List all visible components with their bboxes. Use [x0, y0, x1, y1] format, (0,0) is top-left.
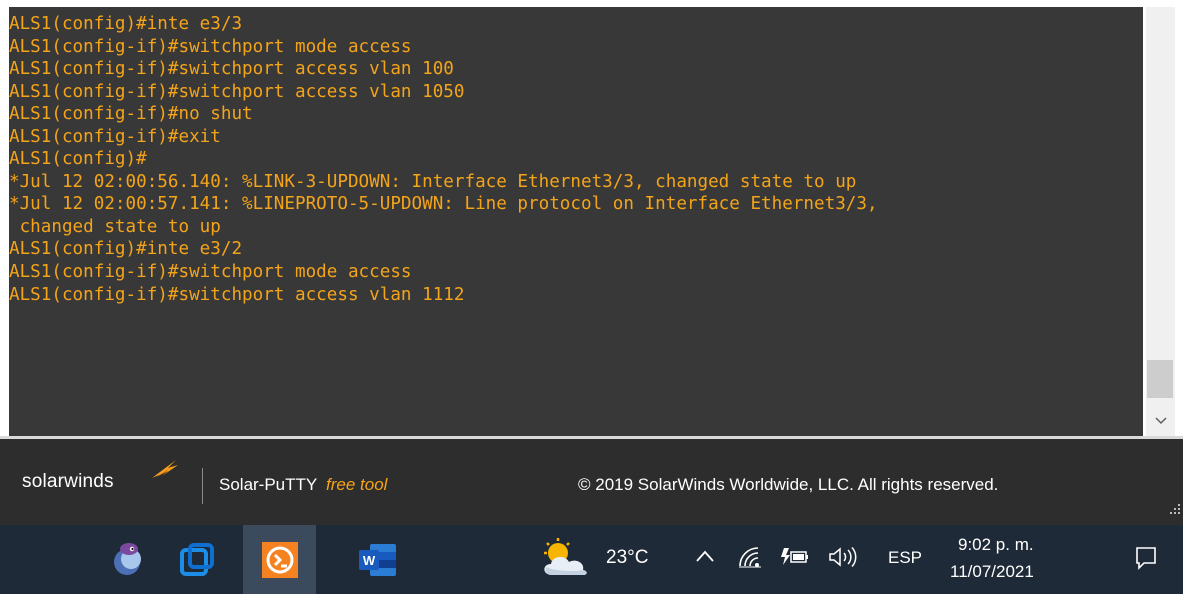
resize-grip-icon[interactable]	[1170, 504, 1180, 514]
weather-temperature[interactable]: 23°C	[606, 547, 648, 569]
terminal-line: ALS1(config-if)#no shut	[9, 104, 253, 125]
wifi-icon[interactable]	[737, 546, 763, 568]
taskbar-app-eclipse[interactable]	[92, 525, 162, 594]
svg-text:W: W	[363, 553, 376, 568]
clock-time[interactable]: 9:02 p. m.	[958, 535, 1034, 555]
solar-putty-icon	[262, 541, 298, 578]
terminal-line: ALS1(config)#inte e3/2	[9, 239, 243, 260]
terminal-line: ALS1(config-if)#switchport access vlan 1…	[9, 81, 465, 102]
clock-date[interactable]: 11/07/2021	[950, 562, 1034, 582]
terminal-line: ALS1(config-if)#switchport mode access	[9, 262, 412, 283]
product-name: Solar-PuTTY	[219, 475, 318, 494]
terminal-lines: ALS1(config)#inte e3/3 ALS1(config-if)#sw…	[9, 13, 878, 306]
copyright-text: © 2019 SolarWinds Worldwide, LLC. All ri…	[578, 475, 999, 494]
free-tool-label: free tool	[326, 475, 388, 494]
terminal-line: *Jul 12 02:00:56.140: %LINK-3-UPDOWN: In…	[9, 171, 857, 192]
chevron-down-icon	[1154, 417, 1167, 425]
terminal-output[interactable]: ALS1(config)#inte e3/3 ALS1(config-if)#sw…	[9, 7, 1143, 438]
solarwinds-logo: solarwinds	[22, 471, 114, 492]
solarwinds-flame-icon	[152, 460, 178, 478]
vertical-scrollbar[interactable]	[1146, 7, 1175, 438]
notification-center-icon[interactable]	[1135, 546, 1157, 570]
partly-cloudy-icon	[544, 538, 587, 575]
input-language[interactable]: ESP	[888, 548, 922, 568]
terminal-line: ALS1(config-if)#switchport access vlan 1…	[9, 59, 454, 80]
taskbar-app-word[interactable]: W	[342, 525, 412, 594]
scrollbar-thumb[interactable]	[1147, 360, 1173, 398]
battery-icon[interactable]	[780, 547, 808, 567]
terminal-line: ALS1(config-if)#switchport mode access	[9, 36, 412, 57]
footer-separator	[202, 468, 203, 504]
terminal-line: ALS1(config)#	[9, 149, 147, 170]
chevron-up-icon[interactable]	[696, 549, 714, 563]
terminal-line: ALS1(config-if)#switchport access vlan 1…	[9, 284, 465, 305]
taskbar-app-solar-putty[interactable]	[245, 525, 315, 594]
virtualbox-icon	[180, 542, 214, 576]
scroll-down-button[interactable]	[1146, 409, 1175, 435]
windows-taskbar: W 23°C ESP 9:02 p. m. 11/07/2021	[0, 525, 1183, 594]
terminal-window: ALS1(config)#inte e3/3 ALS1(config-if)#sw…	[0, 0, 1183, 439]
eclipse-icon	[114, 542, 141, 575]
terminal-line: ALS1(config-if)#exit	[9, 126, 221, 147]
volume-icon[interactable]	[828, 547, 858, 567]
taskbar-app-virtualbox[interactable]	[162, 525, 232, 594]
terminal-line: ALS1(config)#inte e3/3	[9, 14, 243, 34]
terminal-line: changed state to up	[9, 216, 221, 237]
word-icon: W	[359, 543, 396, 576]
solar-putty-footer: solarwinds Solar-PuTTY free tool © 2019 …	[0, 439, 1183, 525]
terminal-line: *Jul 12 02:00:57.141: %LINEPROTO-5-UPDOW…	[9, 194, 878, 215]
